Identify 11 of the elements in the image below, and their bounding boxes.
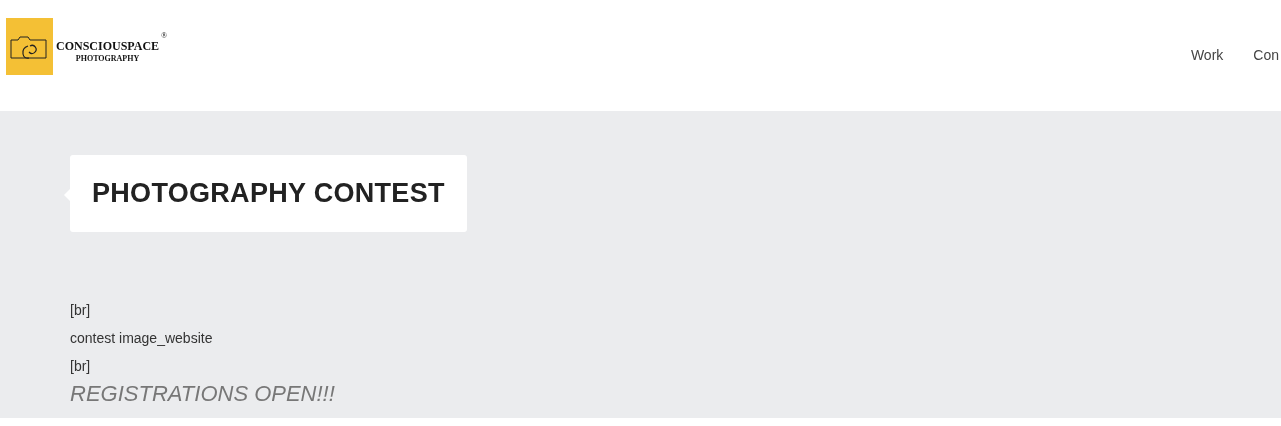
brand-tagline: PHOTOGRAPHY: [75, 52, 140, 65]
brand-name: CONSCIOUSPACE: [56, 38, 160, 53]
body-text: [br]: [70, 301, 92, 320]
body-text: [br]: [70, 357, 92, 376]
body-text: contest image_website: [70, 329, 214, 348]
headline: REGISTRATIONS OPEN!!!: [70, 380, 336, 408]
nav-link[interactable]: Con: [1253, 45, 1279, 66]
nav-link[interactable]: Work: [1190, 45, 1224, 66]
registered-mark: ®: [161, 31, 168, 40]
camera-logo-icon: [6, 18, 53, 75]
page-title: PHOTOGRAPHY CONTEST: [70, 155, 467, 232]
